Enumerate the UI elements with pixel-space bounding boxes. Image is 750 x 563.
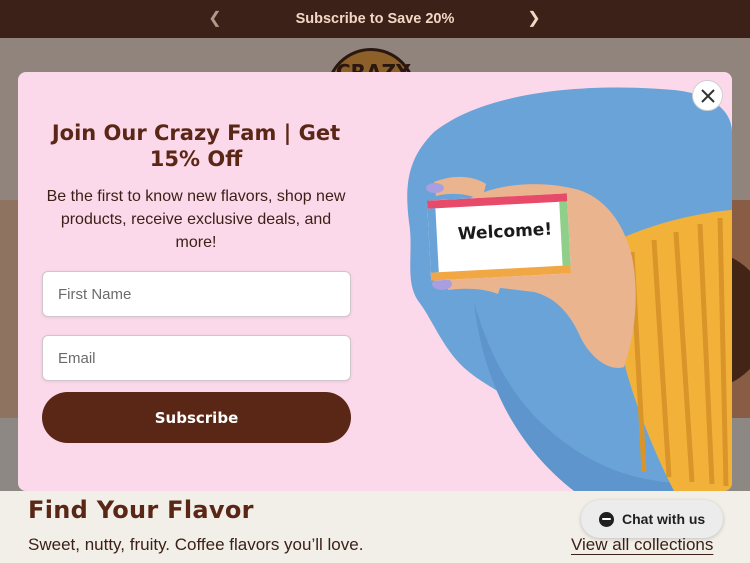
chat-widget-button[interactable]: Chat with us xyxy=(581,500,723,538)
chat-label: Chat with us xyxy=(622,511,706,527)
chat-bubble-icon xyxy=(599,511,614,527)
announcement-text[interactable]: Subscribe to Save 20% xyxy=(296,11,455,27)
signup-modal: Join Our Crazy Fam | Get 15% Off Be the … xyxy=(18,72,732,491)
welcome-hand-illustration xyxy=(407,87,732,491)
popup-description: Be the first to know new flavors, shop n… xyxy=(46,188,346,251)
popup-title: Join Our Crazy Fam | Get 15% Off xyxy=(51,121,341,171)
chevron-right-icon[interactable]: ❯ xyxy=(524,9,544,29)
section-title: Find Your Flavor xyxy=(28,496,254,524)
chevron-left-icon[interactable]: ❮ xyxy=(205,9,225,29)
signup-form-panel: Join Our Crazy Fam | Get 15% Off Be the … xyxy=(18,72,374,491)
section-subtitle: Sweet, nutty, fruity. Coffee flavors you… xyxy=(28,535,364,554)
close-button[interactable] xyxy=(692,80,723,111)
popup-image: Welcome! xyxy=(374,72,732,491)
view-all-collections-link[interactable]: View all collections xyxy=(571,535,713,555)
first-name-input[interactable] xyxy=(42,271,351,317)
announcement-bar: ❮ Subscribe to Save 20% ❯ xyxy=(0,0,750,38)
email-input[interactable] xyxy=(42,335,351,381)
subscribe-button[interactable]: Subscribe xyxy=(42,392,351,443)
close-icon xyxy=(700,88,715,103)
